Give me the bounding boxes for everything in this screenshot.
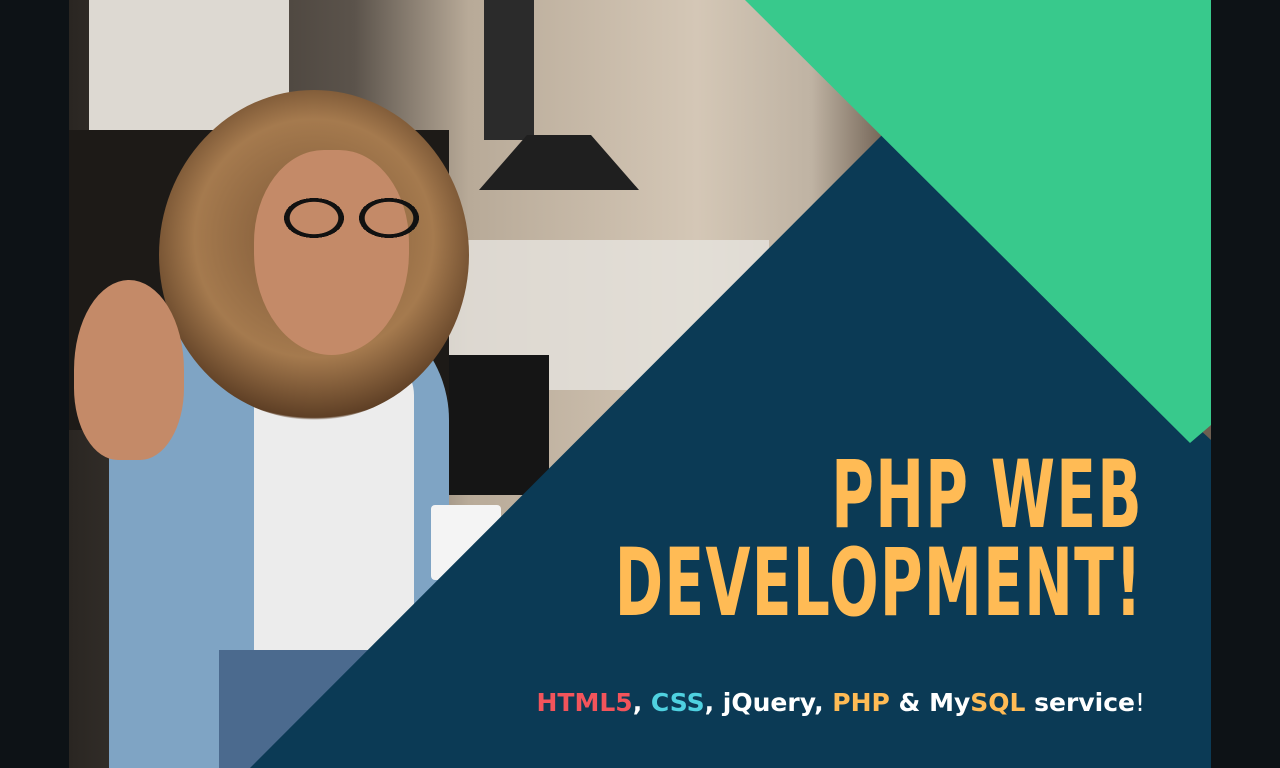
tagline-ampersand: & [889, 688, 930, 717]
tagline-jquery: jQuery [722, 688, 815, 717]
headline-line-1: PHP WEB [831, 441, 1143, 550]
headline-line-2: DEVELOPMENT! [614, 529, 1143, 638]
tagline-separator: , [704, 688, 723, 717]
tagline-php: PHP [832, 688, 890, 717]
tagline-separator: , [814, 688, 833, 717]
hero-banner: PHP WEB DEVELOPMENT! HTML5, CSS, jQuery,… [69, 0, 1211, 768]
tagline: HTML5, CSS, jQuery, PHP & MySQL service! [537, 688, 1146, 717]
headline: PHP WEB DEVELOPMENT! [614, 441, 1143, 638]
tagline-service: service [1025, 688, 1135, 717]
tagline-mysql-my: My [929, 688, 971, 717]
tagline-separator: , [632, 688, 651, 717]
tagline-html5: HTML5 [536, 688, 633, 717]
tagline-css: CSS [650, 688, 705, 717]
green-triangle-shape [745, 0, 1211, 443]
tagline-mysql-sql: SQL [970, 688, 1026, 717]
tagline-exclamation: ! [1134, 688, 1145, 717]
